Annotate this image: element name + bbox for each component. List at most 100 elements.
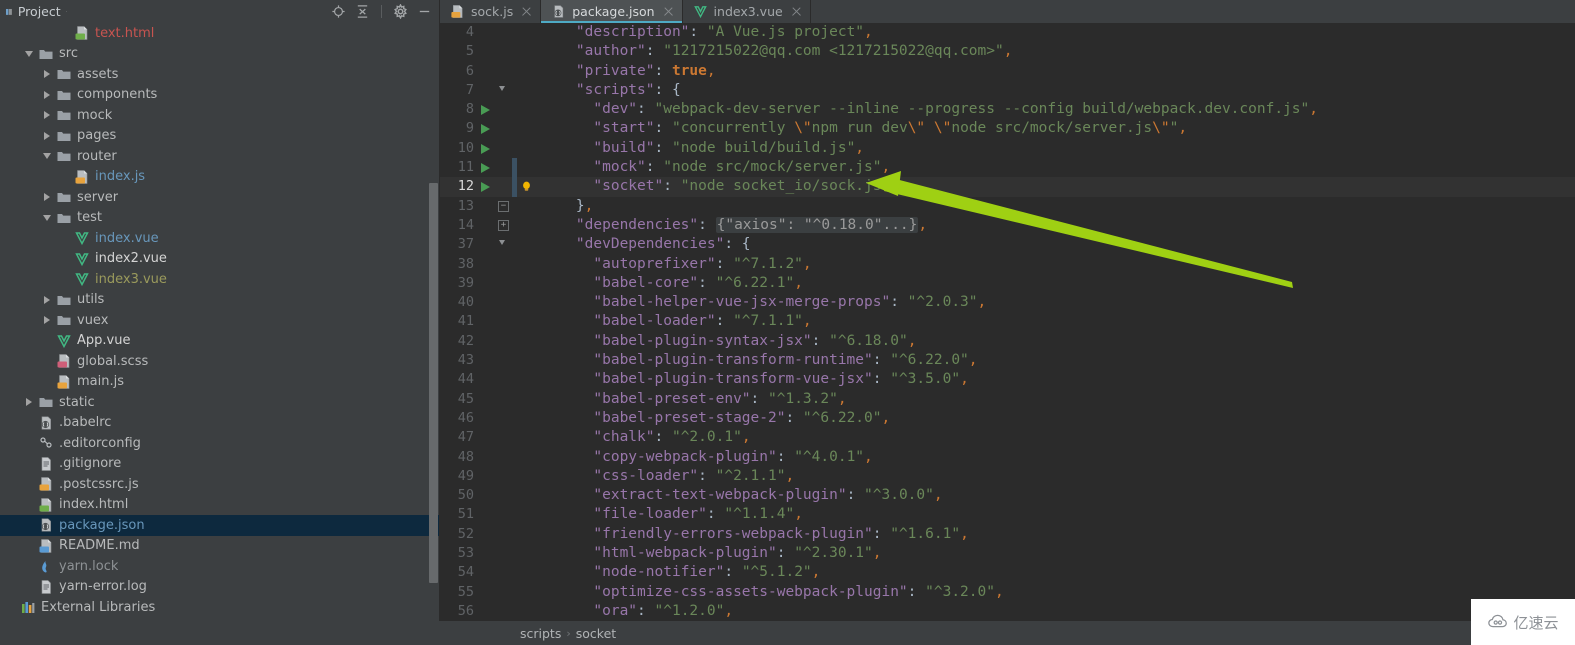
project-tree[interactable]: text.html src assets components mock pages rou… xyxy=(0,23,439,621)
run-script-icon[interactable] xyxy=(479,119,493,138)
locate-target-icon[interactable] xyxy=(331,4,346,19)
editor-gutter[interactable]: 5 xyxy=(440,42,535,61)
editor-tab-package-json[interactable]: package.json xyxy=(541,0,683,23)
sidebar-item-assets[interactable]: assets xyxy=(0,64,439,85)
breadcrumb-part[interactable]: socket xyxy=(576,626,616,641)
code-line[interactable]: 45 "babel-preset-env": "^1.3.2", xyxy=(440,390,1575,409)
code-line[interactable]: 47 "chalk": "^2.0.1", xyxy=(440,428,1575,447)
sidebar-item-readme-md[interactable]: README.md xyxy=(0,536,439,557)
sidebar-item-main-js[interactable]: main.js xyxy=(0,372,439,393)
chevron-right-icon[interactable] xyxy=(42,314,54,326)
chevron-down-icon[interactable] xyxy=(42,150,54,162)
code-fold-toggle-icon[interactable] xyxy=(496,81,510,100)
code-line[interactable]: 38 "autoprefixer": "^7.1.2", xyxy=(440,255,1575,274)
sidebar-item-components[interactable]: components xyxy=(0,85,439,106)
code-line[interactable]: 50 "extract-text-webpack-plugin": "^3.0.… xyxy=(440,486,1575,505)
code-line[interactable]: 40 "babel-helper-vue-jsx-merge-props": "… xyxy=(440,293,1575,312)
folded-region-badge[interactable]: {"axios": "^0.18.0"...} xyxy=(715,216,919,233)
sidebar-item-pages[interactable]: pages xyxy=(0,126,439,147)
editor-gutter[interactable]: 10 xyxy=(440,139,535,158)
editor-gutter[interactable]: 14 + xyxy=(440,216,535,235)
code-line[interactable]: 54 "node-notifier": "^5.1.2", xyxy=(440,563,1575,582)
minimize-icon[interactable] xyxy=(417,4,432,19)
project-panel-title[interactable]: Project xyxy=(5,4,67,19)
editor-gutter[interactable]: 51 xyxy=(440,505,535,524)
sidebar-item-vuex[interactable]: vuex xyxy=(0,310,439,331)
code-fold-toggle-icon[interactable]: + xyxy=(496,216,510,235)
code-line[interactable]: 43 "babel-plugin-transform-runtime": "^6… xyxy=(440,351,1575,370)
editor-gutter[interactable]: 43 xyxy=(440,351,535,370)
code-line[interactable]: 10 "build": "node build/build.js", xyxy=(440,139,1575,158)
code-line[interactable]: 55 "optimize-css-assets-webpack-plugin":… xyxy=(440,583,1575,602)
sidebar-item-router[interactable]: router xyxy=(0,146,439,167)
chevron-right-icon[interactable] xyxy=(42,68,54,80)
run-script-icon[interactable] xyxy=(479,100,493,119)
editor-gutter[interactable]: 48 xyxy=(440,448,535,467)
code-line[interactable]: 44 "babel-plugin-transform-vue-jsx": "^3… xyxy=(440,370,1575,389)
sidebar-item-package-json[interactable]: package.json xyxy=(0,515,439,536)
editor-gutter[interactable]: 47 xyxy=(440,428,535,447)
code-line[interactable]: 48 "copy-webpack-plugin": "^4.0.1", xyxy=(440,448,1575,467)
code-line[interactable]: 51 "file-loader": "^1.1.4", xyxy=(440,505,1575,524)
editor-gutter[interactable]: 56 xyxy=(440,602,535,621)
editor-gutter[interactable]: 7 xyxy=(440,81,535,100)
sidebar-scrollbar[interactable] xyxy=(429,183,438,583)
sidebar-item-external-libraries[interactable]: External Libraries xyxy=(0,597,439,618)
code-line[interactable]: 37 "devDependencies": { xyxy=(440,235,1575,254)
editor-gutter[interactable]: 55 xyxy=(440,583,535,602)
editor-tab-index3-vue[interactable]: index3.vue xyxy=(683,0,811,23)
breadcrumb[interactable]: scripts › socket xyxy=(440,626,616,641)
sidebar-item-mock[interactable]: mock xyxy=(0,105,439,126)
code-content[interactable]: 4 "description": "A Vue.js project", 5 "a… xyxy=(440,23,1575,621)
chevron-down-icon[interactable] xyxy=(24,48,36,60)
editor-gutter[interactable]: 39 xyxy=(440,274,535,293)
sidebar-item-index-js[interactable]: index.js xyxy=(0,167,439,188)
code-line[interactable]: 52 "friendly-errors-webpack-plugin": "^1… xyxy=(440,525,1575,544)
sidebar-item-server[interactable]: server xyxy=(0,187,439,208)
code-viewport[interactable]: 4 "description": "A Vue.js project", 5 "a… xyxy=(440,23,1575,621)
editor-gutter[interactable]: 8 xyxy=(440,100,535,119)
close-icon[interactable] xyxy=(521,6,532,17)
close-icon[interactable] xyxy=(791,6,802,17)
sidebar-item-index2-vue[interactable]: index2.vue xyxy=(0,249,439,270)
sidebar-item-test[interactable]: test xyxy=(0,208,439,229)
sidebar-item-yarn-lock[interactable]: yarn.lock xyxy=(0,556,439,577)
sidebar-item-src[interactable]: src xyxy=(0,44,439,65)
editor-gutter[interactable]: 11 xyxy=(440,158,535,178)
sidebar-item-text-html[interactable]: text.html xyxy=(0,23,439,44)
breadcrumb-part[interactable]: scripts xyxy=(520,626,561,641)
editor-gutter[interactable]: 42 xyxy=(440,332,535,351)
sidebar-item-postcssrc-js[interactable]: .postcssrc.js xyxy=(0,474,439,495)
editor-gutter[interactable]: 49 xyxy=(440,467,535,486)
chevron-down-icon[interactable] xyxy=(65,7,67,16)
chevron-right-icon[interactable] xyxy=(42,294,54,306)
code-fold-toggle-icon[interactable] xyxy=(496,235,510,254)
chevron-right-icon[interactable] xyxy=(42,89,54,101)
code-line[interactable]: 7 "scripts": { xyxy=(440,81,1575,100)
sidebar-item-yarn-error-log[interactable]: yarn-error.log xyxy=(0,577,439,598)
editor-gutter[interactable]: 9 xyxy=(440,119,535,138)
close-icon[interactable] xyxy=(663,6,674,17)
sidebar-item-index-vue[interactable]: index.vue xyxy=(0,228,439,249)
sidebar-item-gitignore[interactable]: .gitignore xyxy=(0,454,439,475)
code-line[interactable]: 11 "mock": "node src/mock/server.js", xyxy=(440,158,1575,178)
sidebar-item-babelrc[interactable]: .babelrc xyxy=(0,413,439,434)
run-script-icon[interactable] xyxy=(479,158,493,177)
code-line[interactable]: 49 "css-loader": "^2.1.1", xyxy=(440,467,1575,486)
editor-tab-sock-js[interactable]: sock.js xyxy=(440,0,542,23)
editor-gutter[interactable]: 37 xyxy=(440,235,535,254)
chevron-down-icon[interactable] xyxy=(42,212,54,224)
sidebar-item-app-vue[interactable]: App.vue xyxy=(0,331,439,352)
chevron-right-icon[interactable] xyxy=(24,396,36,408)
chevron-right-icon[interactable] xyxy=(42,191,54,203)
editor-gutter[interactable]: 38 xyxy=(440,255,535,274)
editor-gutter[interactable]: 54 xyxy=(440,563,535,582)
code-line[interactable]: 53 "html-webpack-plugin": "^2.30.1", xyxy=(440,544,1575,563)
sidebar-item-global-scss[interactable]: global.scss xyxy=(0,351,439,372)
code-line[interactable]: 12 "socket": "node socket_io/sock.js" xyxy=(440,177,1575,197)
code-fold-toggle-icon[interactable]: − xyxy=(496,197,510,216)
sidebar-item-index-html[interactable]: index.html xyxy=(0,495,439,516)
editor-gutter[interactable]: 12 xyxy=(440,177,535,197)
code-line[interactable]: 4 "description": "A Vue.js project", xyxy=(440,23,1575,42)
editor-gutter[interactable]: 44 xyxy=(440,370,535,389)
